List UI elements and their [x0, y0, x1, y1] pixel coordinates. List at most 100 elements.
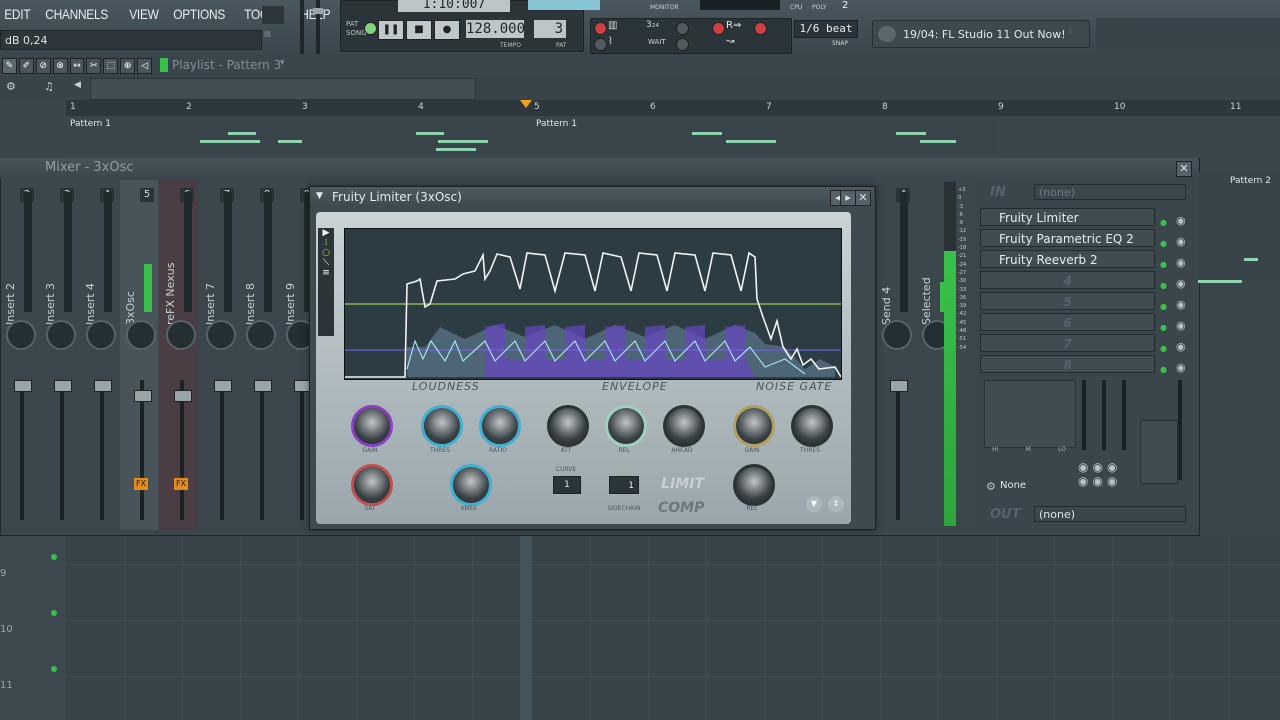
pat-mode-led[interactable] [364, 22, 377, 35]
mixer-close-icon[interactable]: ✕ [1176, 161, 1192, 177]
fx-slot-5[interactable]: 5 [980, 292, 1155, 310]
wrench-icon[interactable]: ⚙ [6, 80, 16, 93]
saturation-knob[interactable] [351, 464, 393, 506]
pan-knob[interactable] [126, 320, 156, 350]
draw-tool-icon[interactable]: ✎ [2, 58, 17, 74]
select-tool-icon[interactable]: ⬚ [103, 58, 119, 74]
plugin-close-icon[interactable]: ✕ [855, 190, 871, 206]
metronome-led[interactable] [594, 38, 607, 51]
volume-fader[interactable] [94, 380, 112, 392]
scroll-left-icon[interactable]: ◀ [74, 80, 81, 90]
tempo-display[interactable]: 128.000 [466, 20, 525, 38]
recording-icon[interactable]: R⇒ [726, 20, 741, 31]
comp-mode-button[interactable]: COMP [658, 500, 704, 516]
playback-tool-icon[interactable]: ◁ [137, 58, 153, 74]
step-edit-led[interactable] [676, 22, 689, 35]
lookahead-knob[interactable] [663, 405, 705, 447]
mixer-strip-selected[interactable]: 53xOscFX [120, 180, 158, 530]
pause-button[interactable]: ❚❚ [378, 20, 404, 40]
attack-knob[interactable] [547, 405, 589, 447]
stereo-panel[interactable] [1140, 420, 1178, 484]
mute-tool-icon[interactable]: ⊗ [52, 58, 68, 74]
mixer-volume-slider[interactable] [1178, 380, 1182, 480]
volume-fader[interactable] [134, 390, 152, 402]
pitch-slider-handle[interactable] [313, 8, 323, 14]
pattern-track[interactable]: Pattern 1 Pattern 1 [66, 116, 996, 154]
playlist-dropdown-icon[interactable]: ▾ [280, 58, 285, 68]
horizontal-scrollbar[interactable] [90, 78, 476, 100]
menu-channels[interactable]: CHANNELS [41, 4, 112, 26]
gain-knob[interactable] [351, 405, 393, 447]
volume-fader[interactable] [54, 380, 72, 392]
gate-release-knob[interactable] [733, 464, 775, 506]
track-mute-led[interactable] [51, 610, 57, 616]
blend-notes-led[interactable] [712, 22, 725, 35]
mixer-strip[interactable]: 8Insert 8 [240, 180, 278, 530]
knee-knob[interactable] [450, 464, 492, 506]
preset-select[interactable]: None [1000, 478, 1056, 494]
gate-gain-knob[interactable] [733, 405, 775, 447]
sidechain-select[interactable]: 1 [609, 476, 639, 494]
wait-led[interactable] [676, 38, 689, 51]
download-icon[interactable]: ⇩ [1066, 26, 1074, 37]
track-mute-led[interactable] [51, 554, 57, 560]
paint-tool-icon[interactable]: ✐ [18, 58, 34, 74]
wait-label[interactable]: WAIT [648, 38, 666, 46]
mixer-strip[interactable]: 3Insert 3 [40, 180, 78, 530]
mixer-titlebar[interactable] [0, 158, 1198, 178]
eq-knobs[interactable]: ◉◉◉ ◉◉◉ [1078, 460, 1132, 490]
pan-knob[interactable] [86, 320, 116, 350]
playhead-marker[interactable] [520, 100, 532, 108]
eq-graph[interactable] [984, 380, 1076, 448]
fx-slot-1[interactable]: Fruity Limiter [980, 208, 1155, 226]
stop-button[interactable]: ■ [406, 20, 432, 40]
scroll-down-icon[interactable]: ▼ [806, 496, 822, 512]
keyboard-icon[interactable]: ▥ [608, 20, 617, 31]
menu-view[interactable]: VIEW [125, 4, 163, 26]
output-select[interactable]: (none) [1034, 506, 1186, 522]
mixer-strip[interactable]: 4Insert 4 [80, 180, 118, 530]
pan-knob[interactable] [46, 320, 76, 350]
mixer-strip[interactable]: 7Insert 7 [200, 180, 238, 530]
pattern-number-display[interactable]: 3 [534, 20, 566, 38]
song-position-display[interactable]: 1:10:007 [398, 0, 510, 12]
record-button[interactable]: ● [434, 20, 460, 40]
fx-slot-6[interactable]: 6 [980, 313, 1155, 331]
loop-icon[interactable]: ↝ [726, 36, 734, 47]
plugin-next-icon[interactable]: ▸ [840, 190, 856, 206]
mixer-strip[interactable]: 6reFX NexusFX [160, 180, 198, 530]
slip-tool-icon[interactable]: ↔ [69, 58, 85, 74]
zoom-tool-icon[interactable]: ⊕ [120, 58, 136, 74]
menu-options[interactable]: OPTIONS [169, 4, 229, 26]
volume-fader[interactable] [214, 380, 232, 392]
master-volume-slider[interactable] [300, 0, 304, 54]
slice-tool-icon[interactable]: ✂ [86, 58, 102, 74]
release-knob[interactable] [605, 405, 647, 447]
news-ticker[interactable]: 19/04: FL Studio 11 Out Now! [872, 20, 1090, 48]
pan-knob[interactable] [246, 320, 276, 350]
lines-view-icon[interactable]: ≡ [318, 268, 334, 278]
eq-slider-mid[interactable] [1102, 380, 1106, 450]
fx-slot-8[interactable]: 8 [980, 355, 1155, 373]
fx-slot-2[interactable]: Fruity Parametric EQ 2 [980, 229, 1155, 247]
play-view-icon[interactable]: ▶ [318, 228, 334, 238]
gain-view-icon[interactable]: ○ [318, 248, 334, 258]
limit-mode-button[interactable]: LIMIT [654, 476, 704, 496]
eq-slider-low[interactable] [1082, 380, 1086, 450]
volume-fader[interactable] [254, 380, 272, 392]
step-edit-icon[interactable]: 3₂₄ [646, 20, 659, 30]
timeline-ruler[interactable]: 1 2 3 4 5 6 7 8 9 10 11 [66, 100, 1280, 116]
typing-keyboard-led[interactable] [594, 22, 607, 35]
pan-knob[interactable] [882, 320, 912, 350]
volume-fader[interactable] [890, 380, 908, 392]
pan-knob[interactable] [166, 320, 196, 350]
fx-slot-3[interactable]: Fruity Reeverb 2 [980, 250, 1155, 268]
loop-record-led[interactable] [754, 22, 767, 35]
pan-knob[interactable] [6, 320, 36, 350]
ratio-knob[interactable] [479, 405, 521, 447]
plugin-menu-icon[interactable]: ▼ [316, 191, 323, 201]
fx-slot-4[interactable]: 4 [980, 271, 1155, 289]
threshold-knob[interactable] [421, 405, 463, 447]
playlist-title[interactable]: Playlist - Pattern 3 [172, 58, 281, 72]
limiter-graph[interactable] [344, 228, 842, 380]
